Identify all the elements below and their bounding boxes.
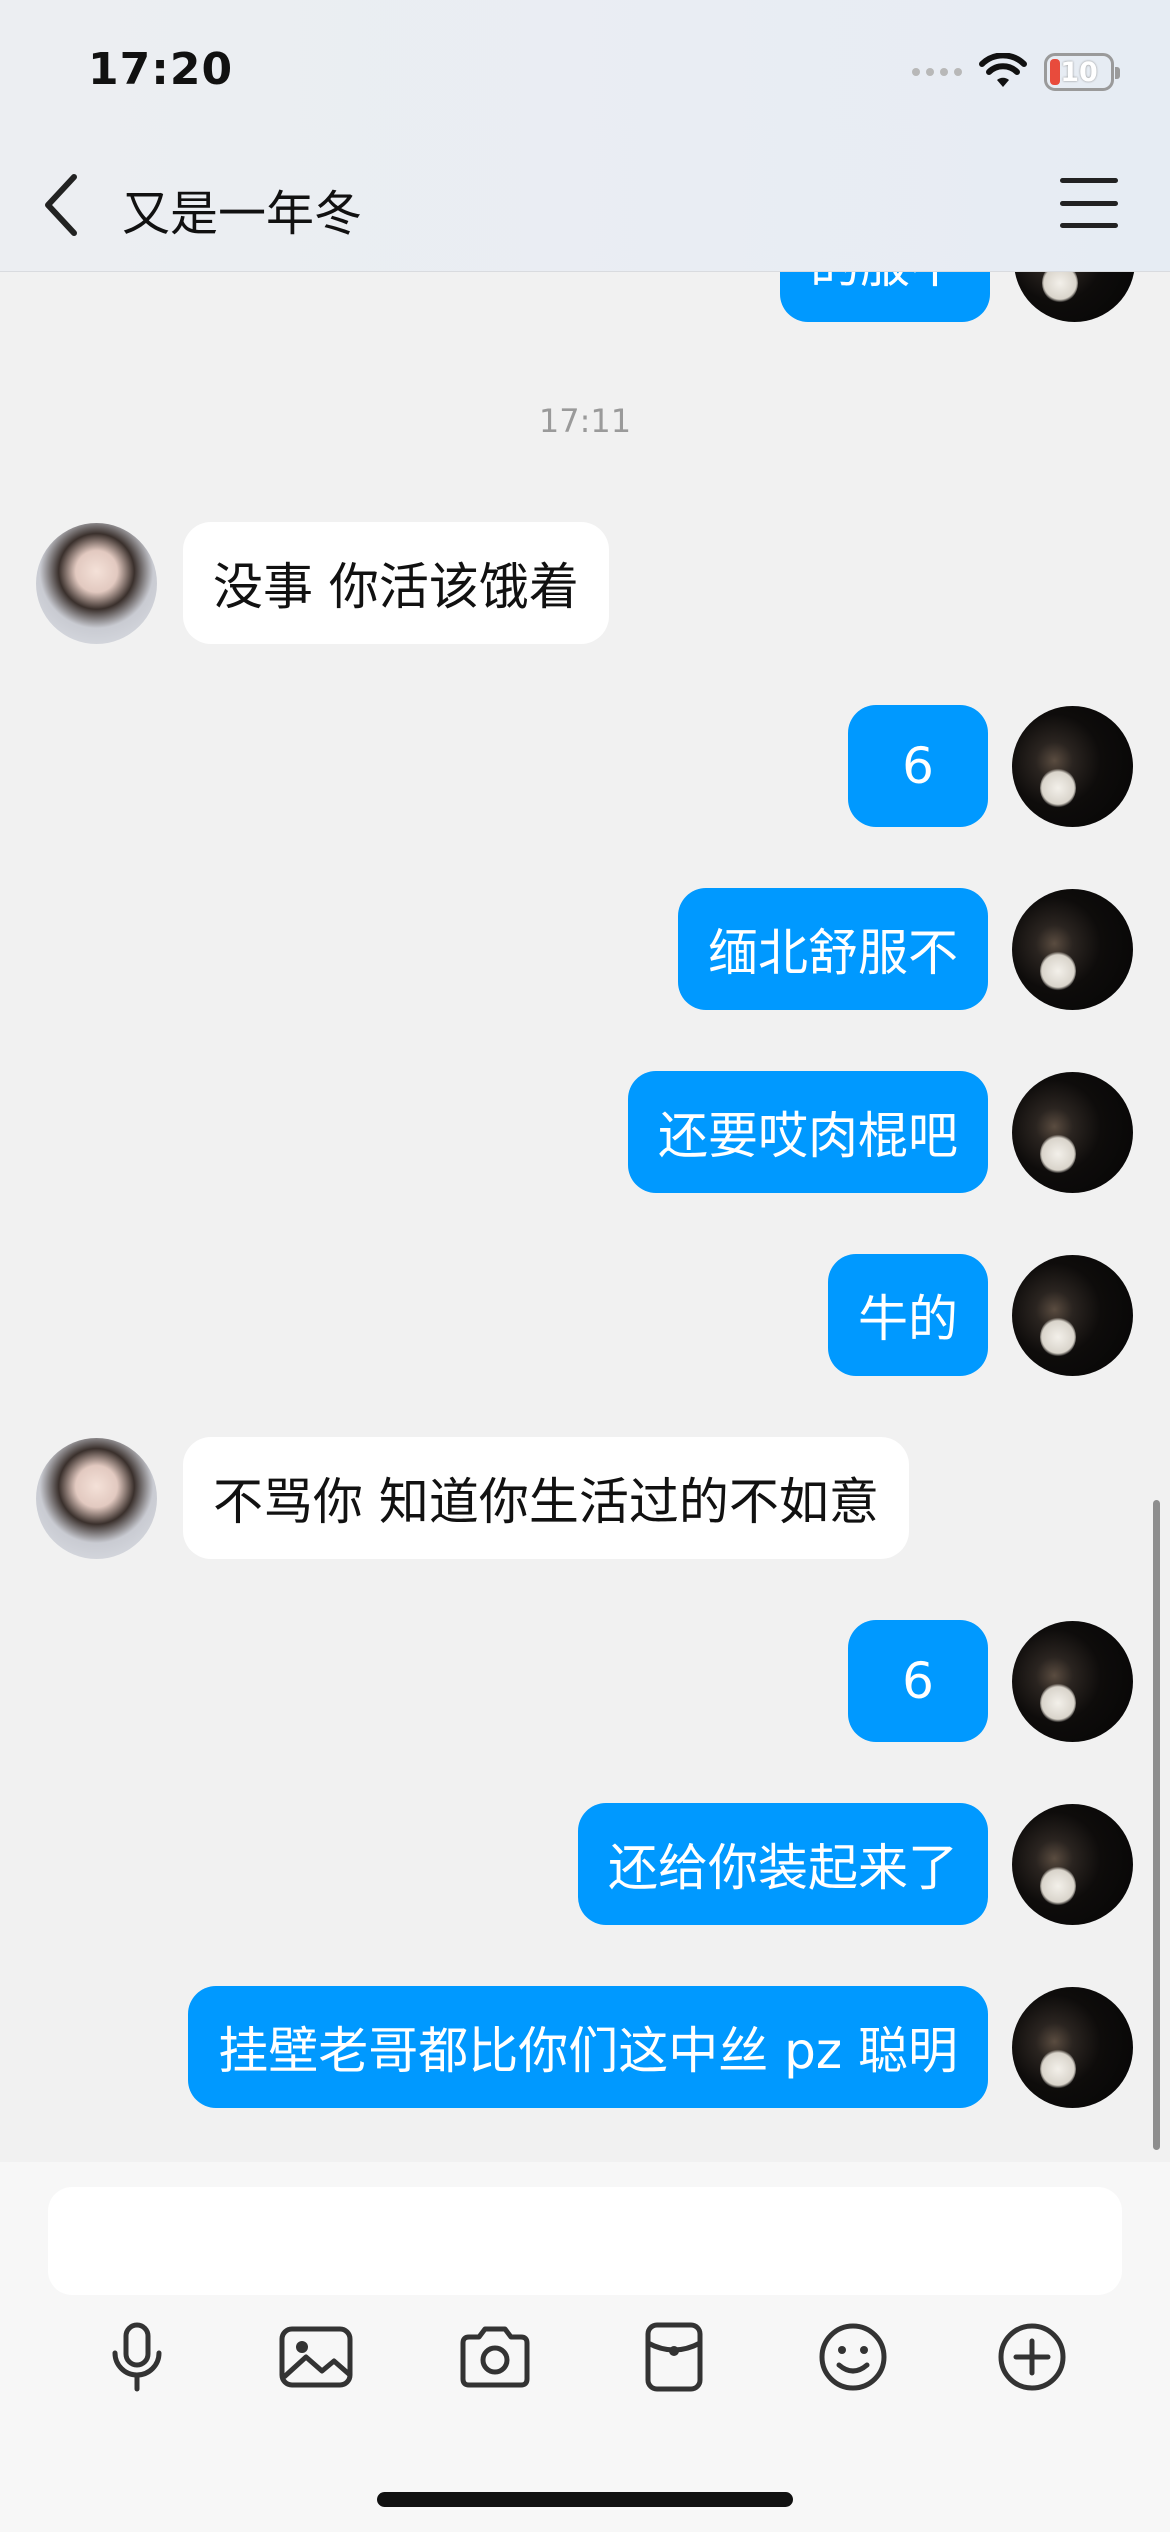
avatar[interactable] bbox=[1014, 272, 1135, 322]
avatar[interactable] bbox=[36, 522, 157, 644]
chevron-left-icon bbox=[45, 174, 77, 236]
back-button[interactable] bbox=[40, 170, 90, 240]
hamburger-menu-icon bbox=[1060, 178, 1118, 183]
status-icons: 10 bbox=[912, 48, 1120, 96]
message-bubble[interactable]: 缅北舒服不 bbox=[678, 888, 988, 1010]
chat-title: 又是一年冬 bbox=[122, 186, 363, 242]
message-row: 6 bbox=[848, 705, 1133, 827]
image-icon bbox=[279, 2326, 353, 2388]
camera-icon bbox=[460, 2326, 530, 2388]
message-list[interactable]: 的服不 17:11 没事 你活该饿着 6 缅北舒服不 还要哎肉棍吧 牛的 不骂你… bbox=[0, 272, 1170, 2162]
message-bubble[interactable]: 6 bbox=[848, 705, 988, 827]
input-area bbox=[0, 2162, 1170, 2532]
message-row: 6 bbox=[848, 1620, 1133, 1742]
message-input[interactable] bbox=[48, 2187, 1122, 2295]
avatar[interactable] bbox=[1012, 705, 1133, 827]
message-bubble[interactable]: 还要哎肉棍吧 bbox=[628, 1071, 988, 1193]
menu-button[interactable] bbox=[1060, 178, 1118, 228]
voice-button[interactable] bbox=[97, 2317, 177, 2397]
plus-icon bbox=[998, 2323, 1066, 2391]
avatar[interactable] bbox=[1012, 1254, 1133, 1376]
status-time: 17:20 bbox=[88, 44, 234, 95]
message-bubble[interactable]: 没事 你活该饿着 bbox=[183, 522, 609, 644]
message-row: 还要哎肉棍吧 bbox=[628, 1071, 1133, 1193]
input-toolbar bbox=[0, 2317, 1170, 2417]
message-bubble[interactable]: 牛的 bbox=[828, 1254, 988, 1376]
image-button[interactable] bbox=[276, 2317, 356, 2397]
microphone-icon bbox=[112, 2322, 162, 2392]
message-bubble[interactable]: 挂壁老哥都比你们这中丝 pz 聪明 bbox=[188, 1986, 988, 2108]
scrollbar[interactable] bbox=[1153, 1500, 1160, 2150]
avatar[interactable] bbox=[1012, 888, 1133, 1010]
avatar[interactable] bbox=[1012, 1071, 1133, 1193]
message-row: 的服不 bbox=[780, 272, 1135, 322]
cellular-signal-icon bbox=[912, 68, 962, 76]
message-bubble[interactable]: 不骂你 知道你生活过的不如意 bbox=[183, 1437, 909, 1559]
avatar[interactable] bbox=[1012, 1620, 1133, 1742]
message-row: 挂壁老哥都比你们这中丝 pz 聪明 bbox=[188, 1986, 1133, 2108]
timestamp: 17:11 bbox=[538, 402, 632, 440]
red-packet-icon bbox=[645, 2322, 703, 2392]
message-row: 牛的 bbox=[828, 1254, 1133, 1376]
emoji-button[interactable] bbox=[813, 2317, 893, 2397]
avatar[interactable] bbox=[1012, 1803, 1133, 1925]
more-button[interactable] bbox=[992, 2317, 1072, 2397]
message-bubble[interactable]: 还给你装起来了 bbox=[578, 1803, 988, 1925]
message-bubble[interactable]: 的服不 bbox=[780, 272, 990, 322]
red-packet-button[interactable] bbox=[634, 2317, 714, 2397]
emoji-icon bbox=[819, 2323, 887, 2391]
camera-button[interactable] bbox=[455, 2317, 535, 2397]
home-indicator[interactable] bbox=[377, 2492, 793, 2507]
wifi-icon bbox=[979, 53, 1027, 87]
message-row: 缅北舒服不 bbox=[678, 888, 1133, 1010]
avatar[interactable] bbox=[36, 1437, 157, 1559]
avatar[interactable] bbox=[1012, 1986, 1133, 2108]
battery-level: 10 bbox=[1060, 56, 1098, 88]
message-row: 不骂你 知道你生活过的不如意 bbox=[36, 1437, 909, 1559]
message-row: 没事 你活该饿着 bbox=[36, 522, 609, 644]
top-bar: 17:20 10 又是一年冬 bbox=[0, 0, 1170, 272]
message-bubble[interactable]: 6 bbox=[848, 1620, 988, 1742]
message-row: 还给你装起来了 bbox=[578, 1803, 1133, 1925]
battery-icon: 10 bbox=[1044, 53, 1120, 91]
